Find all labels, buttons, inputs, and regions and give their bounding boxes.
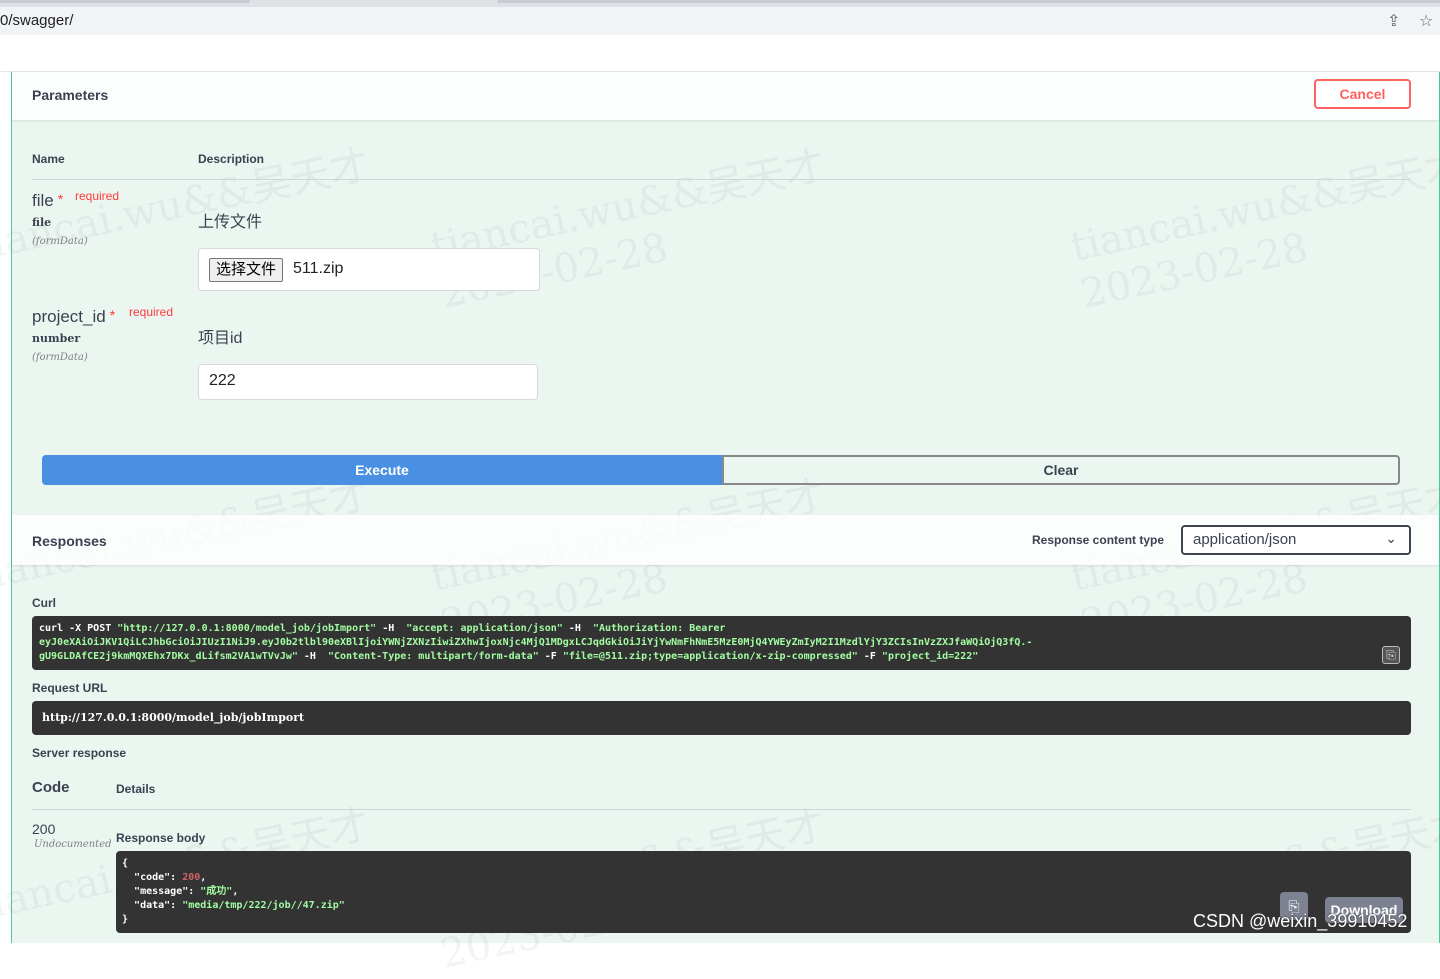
share-icon[interactable]: ⇪ xyxy=(1387,11,1400,31)
param-type: file xyxy=(32,216,52,229)
chevron-down-icon: ⌄ xyxy=(1385,530,1397,546)
clear-button[interactable]: Clear xyxy=(722,455,1400,485)
parameters-header: Parameters Cancel xyxy=(12,72,1439,120)
column-header-name: Name xyxy=(32,152,65,166)
code-column-header: Code xyxy=(32,779,70,796)
choose-file-button[interactable]: 选择文件 xyxy=(209,258,284,282)
cancel-button[interactable]: Cancel xyxy=(1314,79,1411,109)
column-header-description: Description xyxy=(198,152,265,166)
csdn-credit: CSDN @weixin_39910452 xyxy=(1193,911,1408,931)
param-name-file: file * xyxy=(32,191,64,210)
curl-code-block[interactable]: curl -X POST "http://127.0.0.1:8000/mode… xyxy=(32,616,1411,670)
page-top-band xyxy=(0,35,1440,72)
request-url-block[interactable]: http://127.0.0.1:8000/model_job/jobImpor… xyxy=(32,701,1411,735)
star-icon[interactable]: ☆ xyxy=(1419,11,1433,31)
param-type: number xyxy=(32,332,81,345)
file-input[interactable]: 选择文件 511.zip xyxy=(198,248,540,291)
browser-tab[interactable] xyxy=(0,0,250,3)
server-response-label: Server response xyxy=(32,746,127,760)
param-location: (formData) xyxy=(32,352,88,363)
required-label: required xyxy=(75,189,120,203)
request-url-label: Request URL xyxy=(32,681,108,695)
address-url[interactable]: 0/swagger/ xyxy=(0,12,73,29)
param-description: 项目id xyxy=(198,330,243,347)
response-content-type-select[interactable]: application/json ⌄ xyxy=(1181,525,1411,555)
response-code: 200 xyxy=(32,821,56,837)
operation-block: tiancai.wu&&吴天才 tiancai.wu&&吴天才 2023-02-… xyxy=(0,72,1440,978)
param-name-project-id: project_id * xyxy=(32,307,116,326)
parameters-title: Parameters xyxy=(32,87,109,103)
curl-label: Curl xyxy=(32,596,56,610)
execute-button[interactable]: Execute xyxy=(42,455,722,485)
selected-content-type: application/json xyxy=(1193,531,1297,548)
response-body-label: Response body xyxy=(116,831,206,845)
browser-tab[interactable] xyxy=(498,0,1440,3)
chosen-file-name: 511.zip xyxy=(293,260,344,277)
required-label: required xyxy=(129,305,174,319)
address-bar[interactable]: 0/swagger/ ⇪ ☆ xyxy=(0,7,1440,35)
param-description: 上传文件 xyxy=(198,214,263,231)
watermark: tiancai.wu&&吴天才 2023-02-28 xyxy=(1066,142,1440,318)
undocumented-label: Undocumented xyxy=(34,839,112,850)
project-id-input[interactable]: 222 xyxy=(198,364,538,400)
divider xyxy=(32,179,1411,180)
watermark: tiancai.wu&&吴天才 2023-02-28 xyxy=(426,142,829,318)
details-column-header: Details xyxy=(116,782,156,796)
divider xyxy=(32,809,1411,810)
response-content-type-label: Response content type xyxy=(1032,533,1165,547)
responses-title: Responses xyxy=(32,533,107,549)
copy-icon[interactable]: ⎘ xyxy=(1382,646,1400,664)
param-location: (formData) xyxy=(32,236,88,247)
